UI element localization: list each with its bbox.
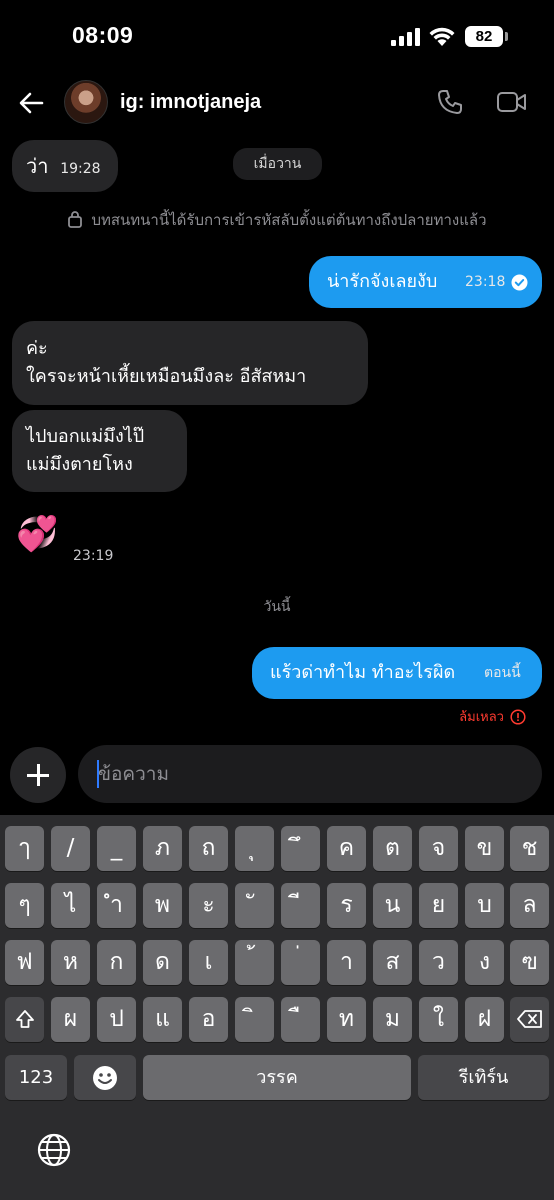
key[interactable]: ิ: [235, 997, 274, 1042]
thai-keyboard: ๅ / _ ภ ถ ุ ึ ค ต จ ข ช ๆ ไ ำ พ ะ ั ี ร …: [0, 815, 554, 1200]
key[interactable]: ี: [281, 883, 320, 928]
key[interactable]: ท: [327, 997, 366, 1042]
globe-icon[interactable]: [36, 1132, 72, 1168]
key[interactable]: ฝ: [465, 997, 504, 1042]
key[interactable]: ๆ: [5, 883, 44, 928]
shift-arrow-icon: [15, 1010, 34, 1028]
key[interactable]: ผ: [51, 997, 90, 1042]
key[interactable]: แ: [143, 997, 182, 1042]
key[interactable]: ำ: [97, 883, 136, 928]
key[interactable]: ร: [327, 883, 366, 928]
send-failed-status[interactable]: ล้มเหลว: [459, 706, 526, 727]
message-outgoing[interactable]: น่ารักจังเลยงับ 23:18: [309, 256, 542, 308]
key[interactable]: บ: [465, 883, 504, 928]
message-text-line: ใครจะหน้าเหี้ยเหมือนมึงละ อีสัสหมา: [26, 366, 307, 387]
message-incoming[interactable]: ว่า 19:28: [12, 140, 118, 192]
message-incoming[interactable]: ไปบอกแม่มึงไป๊ แม่มึงตายโหง: [12, 410, 187, 492]
date-separator-today: วันนี้: [263, 599, 291, 615]
key[interactable]: น: [373, 883, 412, 928]
message-time: 23:19: [73, 548, 114, 564]
key[interactable]: ุ: [235, 826, 274, 871]
key[interactable]: ะ: [189, 883, 228, 928]
emoji-key[interactable]: [74, 1055, 136, 1100]
encryption-notice-text: บทสนทนานี้ได้รับการเข้ารหัสลับตั้งแต่ต้น…: [91, 211, 487, 229]
key[interactable]: ่: [281, 940, 320, 985]
key[interactable]: ึ: [281, 826, 320, 871]
message-time: 19:28: [60, 161, 101, 177]
message-text-line: ค่ะ: [26, 338, 48, 359]
key[interactable]: /: [51, 826, 90, 871]
read-check-icon: [511, 274, 528, 291]
message-outgoing[interactable]: แร้วด่าทำไม ทำอะไรผิด ตอนนี้: [252, 647, 542, 699]
video-call-icon[interactable]: [496, 90, 528, 114]
key[interactable]: จ: [419, 826, 458, 871]
message-incoming[interactable]: ค่ะ ใครจะหน้าเหี้ยเหมือนมึงละ อีสัสหมา: [12, 321, 368, 405]
key[interactable]: ต: [373, 826, 412, 871]
numbers-key[interactable]: 123: [5, 1055, 67, 1100]
smiley-icon: [93, 1066, 117, 1090]
error-info-icon: [510, 708, 526, 725]
key[interactable]: พ: [143, 883, 182, 928]
contact-name[interactable]: ig: imnotjaneja: [120, 91, 261, 114]
key[interactable]: ภ: [143, 826, 182, 871]
key[interactable]: ก: [97, 940, 136, 985]
key[interactable]: ไ: [51, 883, 90, 928]
battery-nub: [505, 32, 508, 41]
key[interactable]: ค: [327, 826, 366, 871]
phone-call-icon[interactable]: [436, 88, 464, 116]
backspace-key[interactable]: [510, 997, 549, 1042]
encryption-notice: บทสนทนานี้ได้รับการเข้ารหัสลับตั้งแต่ต้น…: [0, 208, 554, 232]
cellular-signal-icon: [391, 28, 421, 46]
key[interactable]: ื: [281, 997, 320, 1042]
message-text-line: ไปบอกแม่มึงไป๊: [26, 426, 145, 447]
lock-icon: [68, 211, 83, 228]
key[interactable]: ม: [373, 997, 412, 1042]
key[interactable]: ว: [419, 940, 458, 985]
text-cursor: [97, 760, 99, 788]
message-text-line: แม่มึงตายโหง: [26, 454, 133, 475]
message-text: แร้วด่าทำไม ทำอะไรผิด: [270, 662, 456, 683]
key[interactable]: เ: [189, 940, 228, 985]
key[interactable]: ช: [510, 826, 549, 871]
message-text: น่ารักจังเลยงับ: [327, 271, 438, 292]
back-arrow-icon[interactable]: [18, 90, 44, 116]
key[interactable]: ห: [51, 940, 90, 985]
key[interactable]: ป: [97, 997, 136, 1042]
message-time: 23:18: [465, 274, 506, 290]
add-attachment-button[interactable]: [10, 747, 66, 803]
key[interactable]: ถ: [189, 826, 228, 871]
key[interactable]: ด: [143, 940, 182, 985]
backspace-icon: [516, 1010, 542, 1028]
key[interactable]: ใ: [419, 997, 458, 1042]
chat-header: ig: imnotjaneja: [0, 76, 554, 134]
key[interactable]: า: [327, 940, 366, 985]
key[interactable]: _: [97, 826, 136, 871]
emoji-message[interactable]: 💞: [16, 512, 58, 556]
key[interactable]: ล: [510, 883, 549, 928]
key[interactable]: ั: [235, 883, 274, 928]
key[interactable]: ฃ: [510, 940, 549, 985]
message-text: ว่า: [26, 154, 49, 178]
contact-avatar[interactable]: [64, 80, 108, 124]
key[interactable]: ย: [419, 883, 458, 928]
key[interactable]: อ: [189, 997, 228, 1042]
status-bar: 08:09 82: [0, 0, 554, 70]
battery-indicator: 82: [465, 26, 503, 47]
message-time: ตอนนี้: [484, 665, 521, 681]
shift-key[interactable]: [5, 997, 44, 1042]
date-separator-yesterday: เมื่อวาน: [233, 148, 322, 180]
send-failed-label: ล้มเหลว: [459, 710, 504, 725]
message-input[interactable]: [78, 745, 542, 803]
key[interactable]: ๅ: [5, 826, 44, 871]
space-key[interactable]: วรรค: [143, 1055, 411, 1100]
key[interactable]: ้: [235, 940, 274, 985]
key[interactable]: ส: [373, 940, 412, 985]
wifi-icon: [429, 27, 455, 46]
return-key[interactable]: รีเทิร์น: [418, 1055, 549, 1100]
status-time: 08:09: [72, 22, 134, 48]
key[interactable]: ข: [465, 826, 504, 871]
key[interactable]: ง: [465, 940, 504, 985]
key[interactable]: ฟ: [5, 940, 44, 985]
